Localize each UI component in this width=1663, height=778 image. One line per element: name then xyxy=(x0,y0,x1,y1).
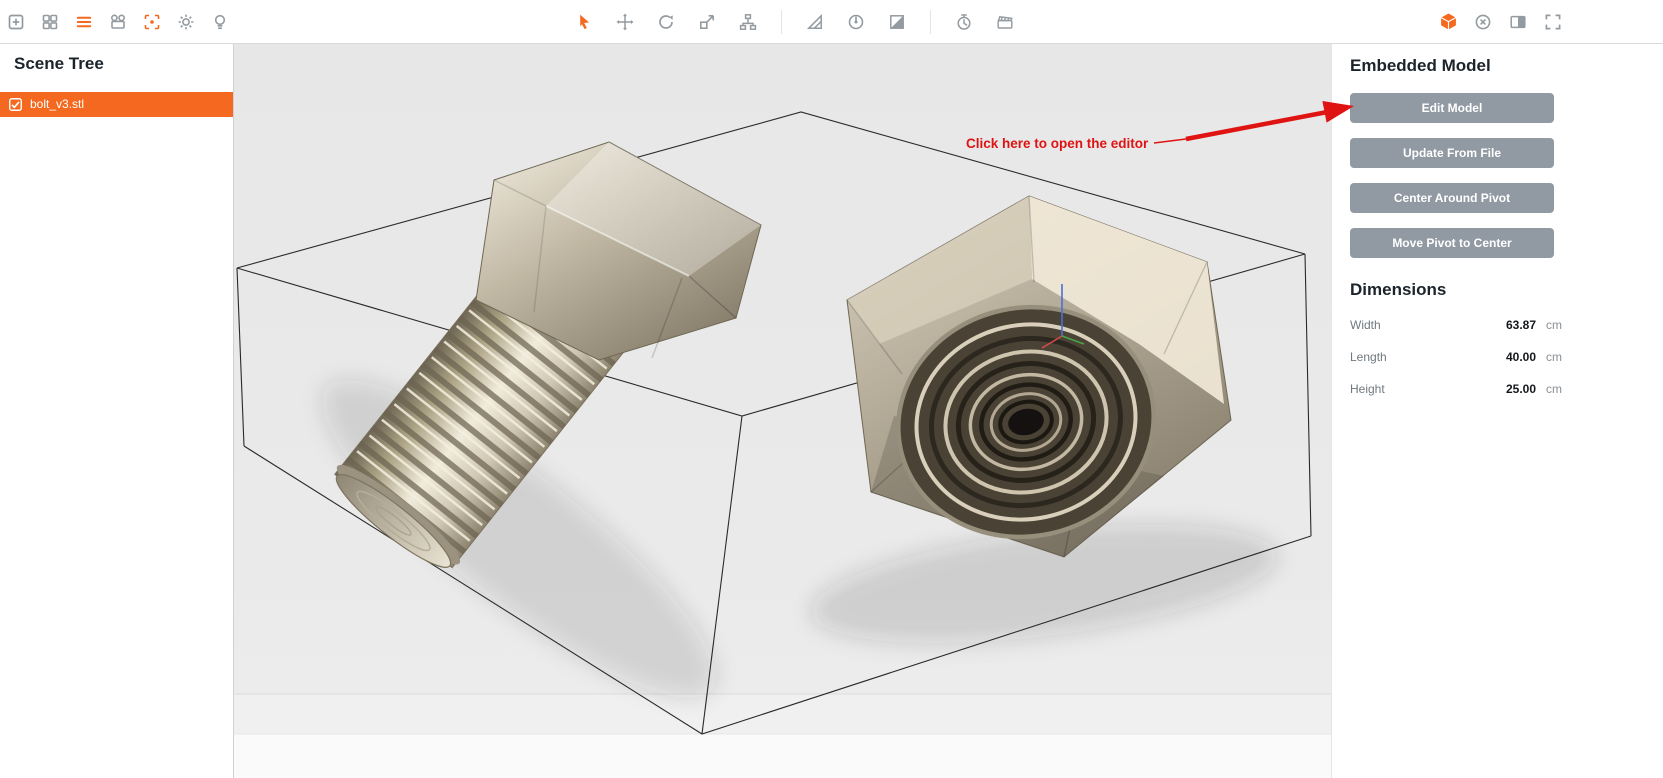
ruler-icon[interactable] xyxy=(803,10,827,34)
toolbar-separator xyxy=(781,9,782,34)
toolbar-left-group xyxy=(4,0,232,43)
toolbar-center-group xyxy=(572,0,1017,43)
model-cube-icon[interactable] xyxy=(1436,10,1460,34)
measure-angle-icon[interactable] xyxy=(844,10,868,34)
embedded-model-panel: Embedded Model Edit Model Update From Fi… xyxy=(1331,44,1663,778)
layout-grid-icon[interactable] xyxy=(38,10,62,34)
center-around-pivot-button[interactable]: Center Around Pivot xyxy=(1350,183,1554,213)
gear-icon[interactable] xyxy=(174,10,198,34)
dimension-unit: cm xyxy=(1546,318,1562,332)
toolbar-separator xyxy=(930,9,931,34)
dimension-unit: cm xyxy=(1546,350,1562,364)
viewport-3d[interactable] xyxy=(234,44,1331,778)
dimension-row-length: Length 40.00 cm xyxy=(1350,350,1562,364)
panel-title: Embedded Model xyxy=(1350,56,1491,75)
dimension-label: Height xyxy=(1350,382,1385,396)
menu-icon[interactable] xyxy=(72,10,96,34)
shaded-view-icon[interactable] xyxy=(885,10,909,34)
hierarchy-icon[interactable] xyxy=(736,10,760,34)
dimension-row-height: Height 25.00 cm xyxy=(1350,382,1562,396)
dimension-value: 25.00 xyxy=(1505,382,1536,396)
update-from-file-button[interactable]: Update From File xyxy=(1350,138,1554,168)
dimension-value: 40.00 xyxy=(1505,350,1536,364)
panel-toggle-icon[interactable] xyxy=(1506,10,1530,34)
scale-icon[interactable] xyxy=(695,10,719,34)
dimension-label: Length xyxy=(1350,350,1387,364)
fullscreen-icon[interactable] xyxy=(1541,10,1565,34)
dimension-row-width: Width 63.87 cm xyxy=(1350,318,1562,332)
check-icon xyxy=(9,98,22,111)
add-square-icon[interactable] xyxy=(4,10,28,34)
dimensions-title: Dimensions xyxy=(1350,280,1447,299)
lightbulb-icon[interactable] xyxy=(208,10,232,34)
model-render xyxy=(234,111,1331,778)
rotate-icon[interactable] xyxy=(654,10,678,34)
toolbar-right-group xyxy=(1436,0,1565,43)
remove-circle-icon[interactable] xyxy=(1471,10,1495,34)
focus-target-icon[interactable] xyxy=(140,10,164,34)
move-pivot-to-center-button[interactable]: Move Pivot to Center xyxy=(1350,228,1554,258)
scene-tree-title: Scene Tree xyxy=(14,54,104,73)
dimension-label: Width xyxy=(1350,318,1381,332)
timer-icon[interactable] xyxy=(952,10,976,34)
floor xyxy=(234,693,1331,778)
tree-item-label: bolt_v3.stl xyxy=(30,97,85,111)
clapperboard-icon[interactable] xyxy=(993,10,1017,34)
movie-camera-icon[interactable] xyxy=(106,10,130,34)
edit-model-button[interactable]: Edit Model xyxy=(1350,93,1554,123)
tree-item-bolt[interactable]: bolt_v3.stl xyxy=(0,92,233,117)
visibility-checkbox[interactable] xyxy=(9,98,22,111)
dimension-value: 63.87 xyxy=(1505,318,1536,332)
dimension-unit: cm xyxy=(1546,382,1562,396)
cursor-select-icon[interactable] xyxy=(572,10,596,34)
move-icon[interactable] xyxy=(613,10,637,34)
top-toolbar xyxy=(0,0,1663,44)
nut-model xyxy=(846,195,1232,558)
application-window: { "colors": { "accent": "#f4691f", "tool… xyxy=(0,0,1663,778)
scene-tree-panel: Scene Tree bolt_v3.stl xyxy=(0,44,234,778)
